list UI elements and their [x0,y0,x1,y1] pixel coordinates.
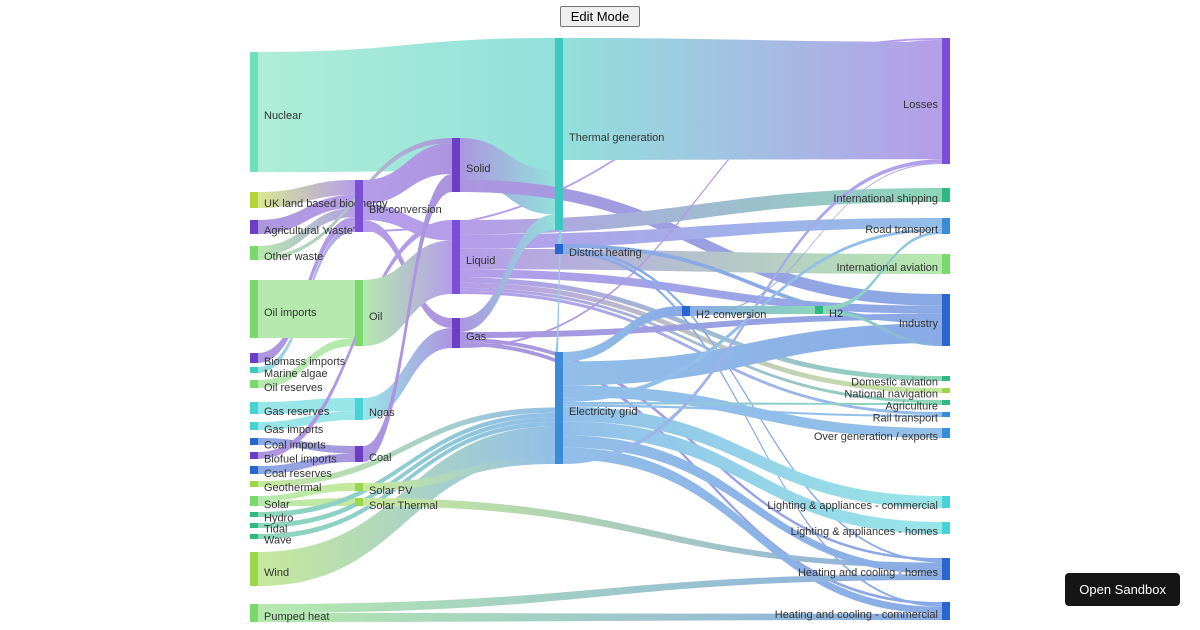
sankey-node-label: H2 [829,308,843,320]
sankey-node-label: Solid [466,163,490,175]
sankey-node[interactable] [250,280,258,338]
sankey-node[interactable] [555,352,563,464]
sankey-node[interactable] [250,220,258,234]
sankey-node-label: Lighting & appliances - homes [791,526,939,538]
sankey-node[interactable] [250,523,258,528]
sankey-node[interactable] [250,402,258,414]
sankey-node-label: International shipping [833,193,938,205]
sankey-node[interactable] [250,367,258,373]
sankey-node[interactable] [942,558,950,580]
sankey-node[interactable] [682,306,690,316]
sankey-node-label: District heating [569,247,642,259]
sankey-node[interactable] [942,412,950,417]
sankey-node[interactable] [250,192,258,208]
sankey-node[interactable] [355,446,363,462]
sankey-node[interactable] [250,466,258,474]
sankey-node-label: Solar PV [369,485,413,497]
sankey-node-label: Thermal generation [569,132,664,144]
sankey-node-label: Bio-conversion [369,204,442,216]
sankey-node[interactable] [942,376,950,381]
sankey-node[interactable] [942,38,950,164]
sankey-node[interactable] [942,400,950,405]
sankey-node[interactable] [250,422,258,430]
sankey-node-label: Heating and cooling - homes [798,567,939,579]
sankey-node[interactable] [355,483,363,491]
sankey-node-label: Biofuel imports [264,453,337,465]
sankey-node-label: Coal reserves [264,468,332,480]
sankey-node[interactable] [250,604,258,622]
sankey-node-label: Wind [264,567,289,579]
sankey-node-label: Pumped heat [264,611,329,623]
sankey-node[interactable] [815,306,823,314]
sankey-node-label: National navigation [844,388,938,400]
sankey-node[interactable] [250,353,258,363]
sankey-node[interactable] [942,218,950,234]
sankey-node-label: Gas imports [264,424,324,436]
sankey-node-label: Industry [899,318,939,330]
sankey-node[interactable] [452,220,460,294]
sankey-node-label: Coal imports [264,439,326,451]
sankey-node[interactable] [250,481,258,487]
sankey-node[interactable] [250,496,258,506]
sankey-node-label: Lighting & appliances - commercial [767,500,938,512]
sankey-node[interactable] [942,602,950,620]
sankey-node-label: Oil reserves [264,382,323,394]
sankey-node[interactable] [250,534,258,539]
sankey-node-label: Over generation / exports [814,431,939,443]
sankey-node-label: Marine algae [264,368,328,380]
sankey-node-label: Rail transport [873,412,938,424]
sankey-node[interactable] [942,188,950,202]
sankey-node-label: Oil imports [264,307,317,319]
sankey-node[interactable] [250,438,258,445]
sankey-node[interactable] [250,246,258,260]
sankey-node-label: Oil [369,311,382,323]
sankey-node-label: Agricultural 'waste' [264,225,355,237]
sankey-node-label: Coal [369,452,392,464]
sankey-node[interactable] [250,452,258,459]
sankey-node-label: Agriculture [885,400,938,412]
sankey-link[interactable] [363,241,452,346]
sankey-node[interactable] [942,428,950,438]
sankey-node[interactable] [355,180,363,232]
sankey-node-label: Road transport [865,224,938,236]
sankey-node[interactable] [555,244,563,254]
sankey-node-label: Wave [264,534,292,546]
sankey-node-label: International aviation [836,262,938,274]
sankey-node[interactable] [942,388,950,393]
sankey-node[interactable] [942,294,950,346]
sankey-node[interactable] [355,398,363,420]
sankey-node[interactable] [452,318,460,348]
sankey-node-label: Gas reserves [264,406,330,418]
sankey-node[interactable] [942,496,950,508]
edit-mode-button[interactable]: Edit Mode [560,6,641,27]
sankey-node-label: Geothermal [264,482,321,494]
sankey-node-label: Other waste [264,251,323,263]
toolbar: Edit Mode [0,0,1200,27]
sankey-node[interactable] [250,380,258,388]
sankey-node-label: Losses [903,99,938,111]
sankey-node[interactable] [942,522,950,534]
sankey-node-label: Domestic aviation [851,376,938,388]
sankey-node[interactable] [250,512,258,517]
sankey-node-label: Electricity grid [569,406,637,418]
sankey-node-label: Gas [466,331,487,343]
sankey-node[interactable] [452,138,460,192]
sankey-node[interactable] [355,498,363,506]
sankey-node[interactable] [942,254,950,274]
sankey-node-label: Solar [264,499,290,511]
sankey-node-label: Heating and cooling - commercial [775,609,938,621]
sankey-node-label: Liquid [466,255,495,267]
sankey-node-label: Nuclear [264,110,302,122]
sankey-node-label: Solar Thermal [369,500,438,512]
sankey-node-label: Ngas [369,407,395,419]
open-sandbox-button[interactable]: Open Sandbox [1065,573,1180,606]
sankey-node[interactable] [355,280,363,346]
sankey-node[interactable] [250,552,258,586]
sankey-node-label: Biomass imports [264,356,346,368]
sankey-node[interactable] [555,38,563,230]
sankey-chart: NuclearUK land based bioenergyAgricultur… [250,28,950,628]
sankey-node-label: H2 conversion [696,309,766,321]
sankey-node[interactable] [250,52,258,172]
